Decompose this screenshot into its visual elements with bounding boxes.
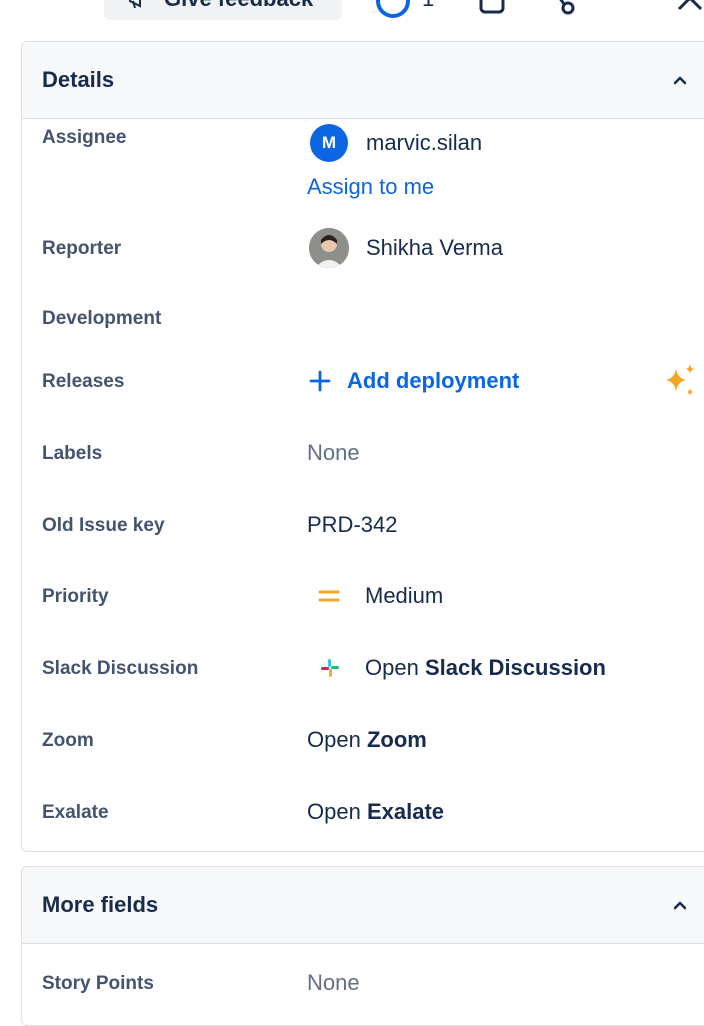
old-issue-key-value[interactable]: PRD-342 bbox=[307, 512, 397, 538]
avatar bbox=[309, 228, 349, 268]
reporter-label: Reporter bbox=[42, 238, 122, 259]
priority-label: Priority bbox=[42, 586, 109, 607]
priority-value[interactable]: Medium bbox=[307, 583, 443, 609]
plus-icon bbox=[309, 370, 331, 392]
chevron-up-icon[interactable] bbox=[672, 72, 688, 88]
more-fields-panel: More fields Story Points None bbox=[21, 866, 704, 1026]
slack-discussion-bold: Slack Discussion bbox=[424, 655, 606, 680]
development-label: Development bbox=[42, 308, 162, 329]
copy-icon[interactable] bbox=[478, 0, 508, 16]
releases-label: Releases bbox=[42, 371, 125, 392]
zoom-open-prefix: Open bbox=[307, 727, 361, 752]
share-icon[interactable] bbox=[548, 0, 580, 16]
slack-discussion-label: Slack Discussion bbox=[42, 658, 199, 679]
give-feedback-label: Give feedback bbox=[164, 0, 313, 12]
assign-to-me-link[interactable]: Assign to me bbox=[307, 174, 434, 200]
avatar: M bbox=[310, 124, 348, 162]
open-exalate-link[interactable]: Open Exalate bbox=[307, 799, 444, 825]
exalate-label: Exalate bbox=[42, 802, 109, 823]
exalate-bold: Exalate bbox=[366, 799, 445, 824]
add-deployment-label: Add deployment bbox=[347, 368, 520, 393]
assignee-name: marvic.silan bbox=[366, 130, 483, 155]
top-toolbar: Give feedback 1 bbox=[0, 0, 704, 22]
priority-medium-icon bbox=[318, 590, 340, 602]
sparkle-icon[interactable] bbox=[660, 362, 698, 400]
exalate-open-prefix: Open bbox=[307, 799, 361, 824]
priority-text: Medium bbox=[365, 583, 444, 608]
chevron-up-icon[interactable] bbox=[672, 897, 688, 913]
old-issue-key-label: Old Issue key bbox=[42, 515, 165, 536]
give-feedback-button[interactable]: Give feedback bbox=[104, 0, 342, 20]
open-slack-discussion-link[interactable]: Open Slack Discussion bbox=[307, 655, 606, 681]
story-points-value[interactable]: None bbox=[307, 970, 360, 996]
slack-icon bbox=[321, 659, 339, 677]
watch-icon[interactable] bbox=[376, 0, 410, 18]
details-panel: Details Assignee M marvic.silan Assign t… bbox=[21, 41, 704, 852]
assignee-value[interactable]: M marvic.silan bbox=[307, 124, 482, 162]
close-icon[interactable] bbox=[676, 0, 704, 12]
labels-label: Labels bbox=[42, 443, 103, 464]
watch-count: 1 bbox=[422, 0, 434, 12]
zoom-bold: Zoom bbox=[366, 727, 427, 752]
add-deployment-button[interactable]: Add deployment bbox=[307, 368, 519, 394]
more-fields-title: More fields bbox=[42, 892, 159, 917]
zoom-label: Zoom bbox=[42, 730, 94, 751]
megaphone-icon bbox=[129, 0, 141, 9]
story-points-label: Story Points bbox=[42, 973, 154, 994]
assignee-label: Assignee bbox=[42, 127, 127, 148]
user-photo-icon bbox=[309, 228, 349, 268]
slack-open-prefix: Open bbox=[365, 655, 419, 680]
details-title: Details bbox=[42, 67, 115, 92]
labels-value[interactable]: None bbox=[307, 440, 360, 466]
details-header[interactable]: Details bbox=[22, 42, 704, 119]
reporter-value[interactable]: Shikha Verma bbox=[307, 228, 503, 268]
more-fields-header[interactable]: More fields bbox=[22, 867, 704, 944]
reporter-name: Shikha Verma bbox=[366, 235, 503, 260]
open-zoom-link[interactable]: Open Zoom bbox=[307, 727, 427, 753]
